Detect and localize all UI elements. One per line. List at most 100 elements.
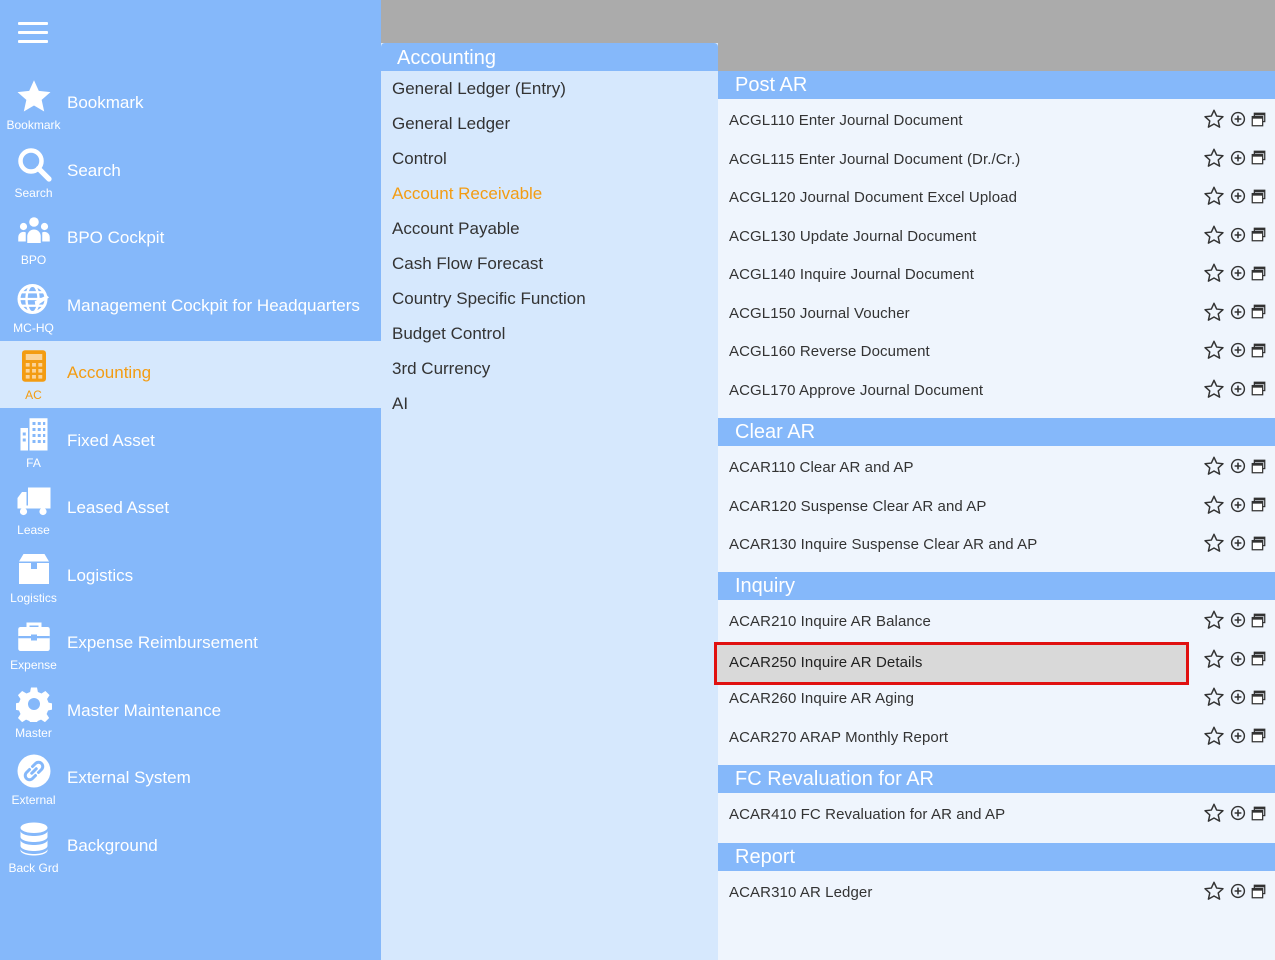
new-window-icon[interactable]	[1250, 149, 1267, 166]
new-window-icon[interactable]	[1250, 265, 1267, 282]
sidebar-item-fixed-asset[interactable]: FA Fixed Asset	[0, 409, 381, 476]
new-window-icon[interactable]	[1250, 342, 1267, 359]
sidebar-item-expense-reimbursement[interactable]: Expense Expense Reimbursement	[0, 611, 381, 678]
submenu-item-account-payable[interactable]: Account Payable	[392, 219, 520, 239]
top-bar	[381, 0, 1275, 43]
function-row: ACGL115 Enter Journal Document (Dr./Cr.)	[718, 141, 1275, 179]
sidebar-item-master-maintenance[interactable]: Master Master Maintenance	[0, 679, 381, 746]
star-icon[interactable]	[1202, 801, 1226, 825]
submenu-item-budget-control[interactable]: Budget Control	[392, 324, 505, 344]
function-link[interactable]: ACGL120 Journal Document Excel Upload	[729, 189, 1017, 206]
star-icon[interactable]	[1202, 685, 1226, 709]
row-actions	[1202, 493, 1267, 517]
submenu-item-general-ledger-entry[interactable]: General Ledger (Entry)	[392, 79, 566, 99]
sidebar-item-management-cockpit-for-headquarters[interactable]: MC-HQ Management Cockpit for Headquarters	[0, 274, 381, 341]
add-circle-icon[interactable]	[1229, 611, 1247, 629]
add-circle-icon[interactable]	[1229, 149, 1247, 167]
submenu-item-account-receivable[interactable]: Account Receivable	[392, 184, 542, 204]
function-link[interactable]: ACGL140 Inquire Journal Document	[729, 266, 974, 283]
function-link[interactable]: ACGL170 Approve Journal Document	[729, 382, 983, 399]
function-link[interactable]: ACGL130 Update Journal Document	[729, 228, 976, 245]
add-circle-icon[interactable]	[1229, 496, 1247, 514]
hamburger-icon[interactable]	[18, 22, 48, 44]
add-circle-icon[interactable]	[1229, 110, 1247, 128]
submenu-item-control[interactable]: Control	[392, 149, 447, 169]
submenu-item-ai[interactable]: AI	[392, 394, 408, 414]
function-link[interactable]: ACAR250 Inquire AR Details	[729, 654, 923, 671]
sidebar-item-accounting[interactable]: AC Accounting	[0, 341, 381, 408]
new-window-icon[interactable]	[1250, 188, 1267, 205]
add-circle-icon[interactable]	[1229, 303, 1247, 321]
row-actions	[1202, 801, 1267, 825]
function-link[interactable]: ACAR130 Inquire Suspense Clear AR and AP	[729, 536, 1037, 553]
new-window-icon[interactable]	[1250, 226, 1267, 243]
star-icon[interactable]	[1202, 184, 1226, 208]
function-link[interactable]: ACAR410 FC Revaluation for AR and AP	[729, 806, 1005, 823]
new-window-icon[interactable]	[1250, 535, 1267, 552]
add-circle-icon[interactable]	[1229, 882, 1247, 900]
function-link[interactable]: ACAR210 Inquire AR Balance	[729, 613, 931, 630]
sidebar-item-logistics[interactable]: Logistics Logistics	[0, 544, 381, 611]
new-window-icon[interactable]	[1250, 612, 1267, 629]
star-icon[interactable]	[1202, 261, 1226, 285]
add-circle-icon[interactable]	[1229, 457, 1247, 475]
star-icon[interactable]	[1202, 300, 1226, 324]
function-link[interactable]: ACAR310 AR Ledger	[729, 884, 872, 901]
function-link[interactable]: ACAR270 ARAP Monthly Report	[729, 729, 948, 746]
add-circle-icon[interactable]	[1229, 534, 1247, 552]
function-link[interactable]: ACAR110 Clear AR and AP	[729, 459, 914, 476]
add-circle-icon[interactable]	[1229, 688, 1247, 706]
add-circle-icon[interactable]	[1229, 650, 1247, 668]
add-circle-icon[interactable]	[1229, 341, 1247, 359]
star-icon[interactable]	[1202, 107, 1226, 131]
new-window-icon[interactable]	[1250, 883, 1267, 900]
star-icon[interactable]	[1202, 724, 1226, 748]
new-window-icon[interactable]	[1250, 111, 1267, 128]
submenu-item-3rd-currency[interactable]: 3rd Currency	[392, 359, 490, 379]
function-row: ACGL150 Journal Voucher	[718, 295, 1275, 333]
new-window-icon[interactable]	[1250, 805, 1267, 822]
function-link[interactable]: ACGL115 Enter Journal Document (Dr./Cr.)	[729, 151, 1020, 168]
star-icon[interactable]	[1202, 454, 1226, 478]
sidebar-item-bpo-cockpit[interactable]: BPO BPO Cockpit	[0, 206, 381, 273]
new-window-icon[interactable]	[1250, 689, 1267, 706]
function-link[interactable]: ACAR120 Suspense Clear AR and AP	[729, 498, 987, 515]
add-circle-icon[interactable]	[1229, 380, 1247, 398]
star-icon[interactable]	[1202, 377, 1226, 401]
add-circle-icon[interactable]	[1229, 226, 1247, 244]
new-window-icon[interactable]	[1250, 650, 1267, 667]
users-icon	[14, 212, 54, 250]
star-icon[interactable]	[1202, 531, 1226, 555]
star-icon[interactable]	[1202, 338, 1226, 362]
sidebar-item-search[interactable]: Search Search	[0, 139, 381, 206]
star-icon[interactable]	[1202, 608, 1226, 632]
new-window-icon[interactable]	[1250, 496, 1267, 513]
star-icon[interactable]	[1202, 223, 1226, 247]
star-icon[interactable]	[1202, 146, 1226, 170]
function-link[interactable]: ACGL150 Journal Voucher	[729, 305, 910, 322]
calculator-icon	[14, 347, 54, 385]
star-icon[interactable]	[1202, 493, 1226, 517]
star-icon[interactable]	[1202, 647, 1226, 671]
add-circle-icon[interactable]	[1229, 727, 1247, 745]
submenu-item-cash-flow-forecast[interactable]: Cash Flow Forecast	[392, 254, 543, 274]
sidebar-item-bookmark[interactable]: Bookmark Bookmark	[0, 71, 381, 138]
function-link[interactable]: ACGL160 Reverse Document	[729, 343, 930, 360]
briefcase-icon	[14, 617, 54, 655]
sidebar-item-external-system[interactable]: External External System	[0, 746, 381, 813]
sidebar-item-background[interactable]: Back Grd Background	[0, 814, 381, 881]
add-circle-icon[interactable]	[1229, 804, 1247, 822]
new-window-icon[interactable]	[1250, 380, 1267, 397]
submenu-item-general-ledger[interactable]: General Ledger	[392, 114, 510, 134]
function-link[interactable]: ACGL110 Enter Journal Document	[729, 112, 963, 129]
add-circle-icon[interactable]	[1229, 264, 1247, 282]
add-circle-icon[interactable]	[1229, 187, 1247, 205]
new-window-icon[interactable]	[1250, 727, 1267, 744]
search-icon	[14, 145, 54, 183]
function-link[interactable]: ACAR260 Inquire AR Aging	[729, 690, 914, 707]
new-window-icon[interactable]	[1250, 458, 1267, 475]
submenu-item-country-specific-function[interactable]: Country Specific Function	[392, 289, 586, 309]
sidebar-item-leased-asset[interactable]: Lease Leased Asset	[0, 476, 381, 543]
new-window-icon[interactable]	[1250, 303, 1267, 320]
star-icon[interactable]	[1202, 879, 1226, 903]
